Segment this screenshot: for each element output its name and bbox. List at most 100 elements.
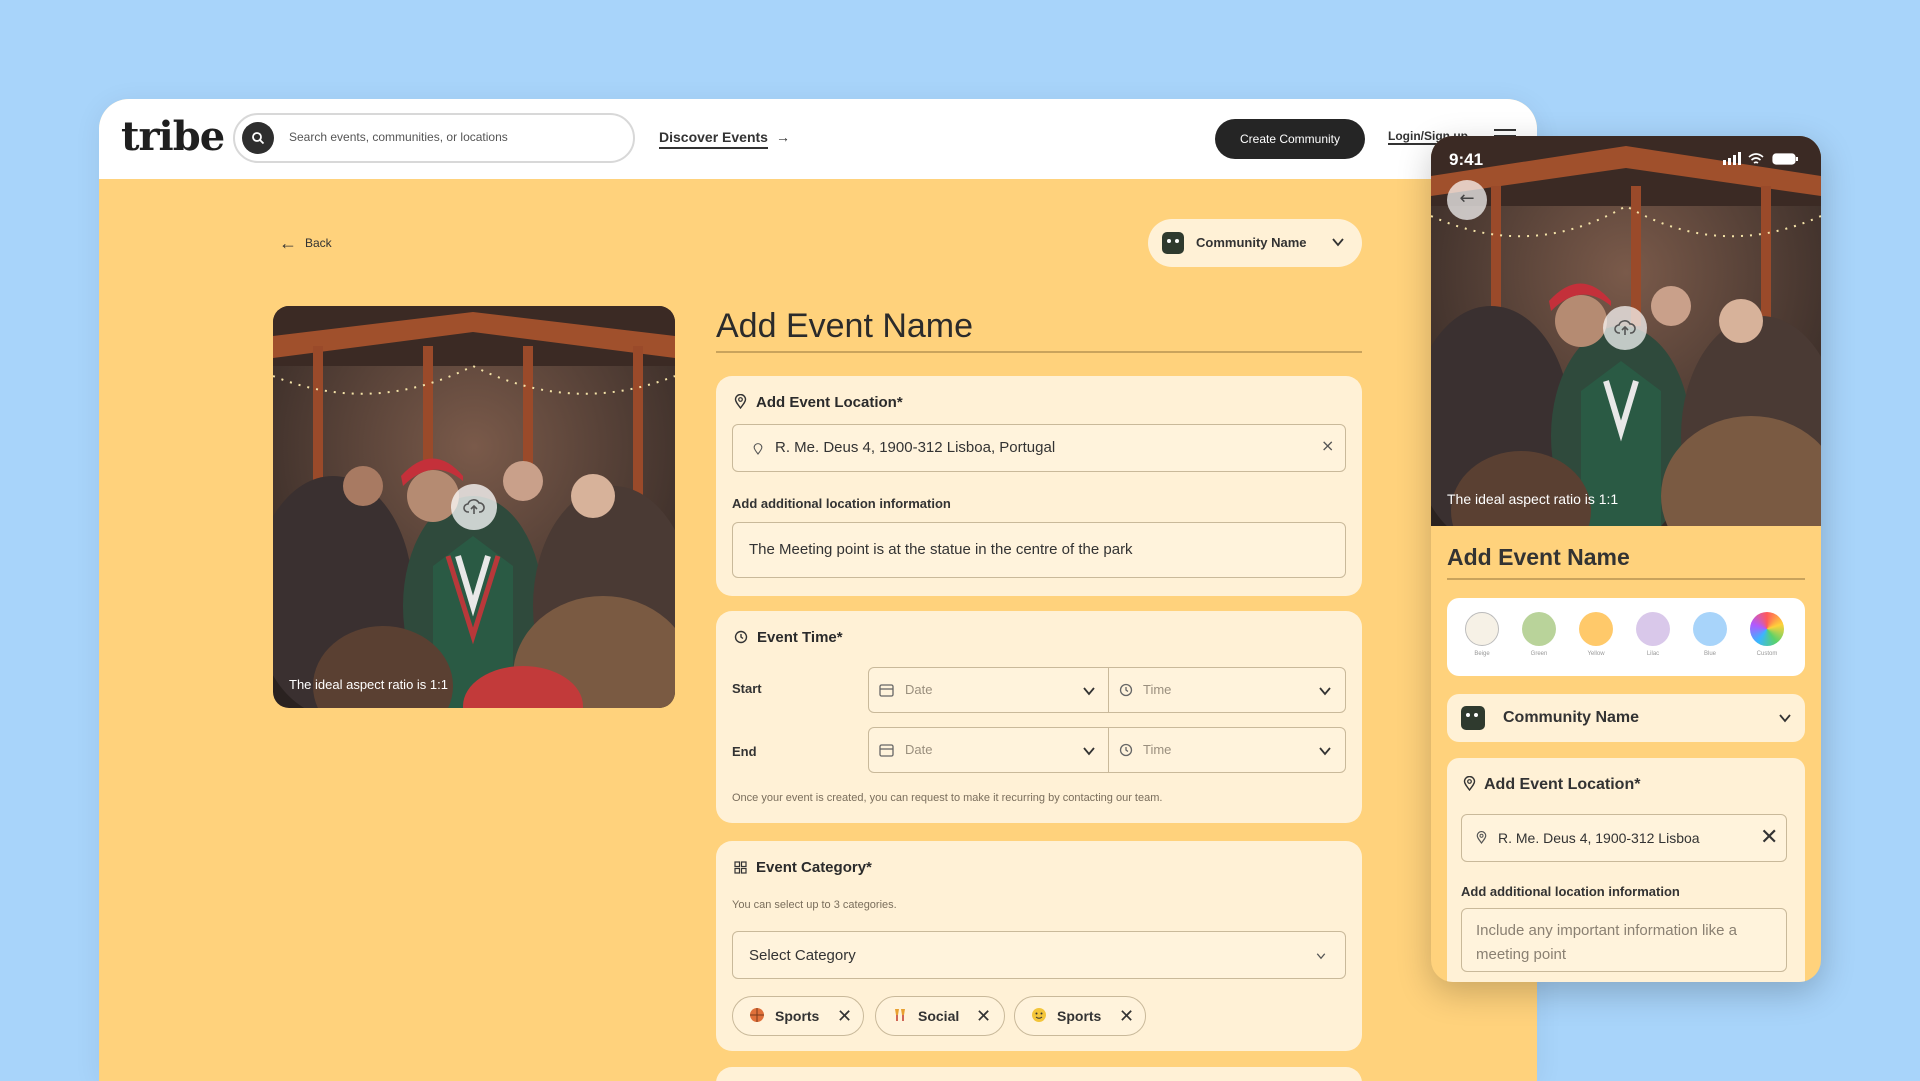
mobile-location-field[interactable]: R. Me. Deus 4, 1900-312 Lisboa ✕: [1461, 814, 1787, 862]
location-pin-icon: [1476, 831, 1487, 844]
calendar-icon: [879, 684, 894, 697]
color-label: Custom: [1756, 651, 1778, 657]
discover-events-link[interactable]: Discover Events →: [659, 129, 790, 149]
mobile-location-value: R. Me. Deus 4, 1900-312 Lisboa: [1498, 830, 1700, 846]
image-caption: The ideal aspect ratio is 1:1: [289, 677, 448, 692]
clock-icon: [1119, 743, 1133, 757]
select-category-dropdown[interactable]: Select Category: [732, 931, 1346, 979]
chevron-down-icon: [1083, 747, 1095, 756]
discover-events-label: Discover Events: [659, 129, 768, 149]
category-heading: Event Category*: [734, 859, 872, 876]
category-heading-label: Event Category*: [756, 859, 872, 876]
color-swatch-blue[interactable]: [1693, 612, 1727, 646]
mobile-back-button[interactable]: ←: [1447, 180, 1487, 220]
search-bar[interactable]: Search events, communities, or locations: [233, 113, 635, 163]
tag-label: Sports: [775, 1008, 820, 1024]
chevron-down-icon: [1083, 687, 1095, 696]
mobile-additional-placeholder: Include any important information like a…: [1476, 922, 1737, 963]
start-date-select[interactable]: Date: [868, 667, 1110, 713]
back-link[interactable]: ← Back: [279, 233, 332, 254]
mobile-location-card: Add Event Location* R. Me. Deus 4, 1900-…: [1447, 758, 1805, 982]
calendar-icon: [879, 744, 894, 757]
community-avatar: [1461, 706, 1485, 730]
location-pin-icon: [753, 443, 763, 455]
additional-location-value: The Meeting point is at the statue in th…: [749, 541, 1133, 558]
emoji-icon: [1032, 1008, 1046, 1022]
remove-tag-icon[interactable]: ✕: [976, 1006, 991, 1027]
tag-label: Sports: [1057, 1008, 1102, 1024]
mobile-image-caption: The ideal aspect ratio is 1:1: [1447, 491, 1619, 507]
mobile-event-image[interactable]: 9:41 ← The ideal aspect ratio is 1:1: [1431, 136, 1821, 526]
color-swatch-green[interactable]: [1522, 612, 1556, 646]
location-pin-icon: [734, 393, 747, 410]
stage: tribe Search events, communities, or loc…: [0, 0, 1920, 1081]
basketball-icon: [750, 1008, 764, 1022]
back-label: Back: [305, 236, 332, 250]
desktop-window: tribe Search events, communities, or loc…: [99, 99, 1537, 1081]
color-label: Blue: [1703, 651, 1716, 657]
grid-icon: [734, 861, 747, 874]
chevron-down-icon: [1316, 953, 1326, 960]
chevron-down-icon: [1779, 714, 1791, 723]
next-section-card: [716, 1067, 1362, 1081]
location-address-value: R. Me. Deus 4, 1900-312 Lisboa, Portugal: [775, 439, 1056, 456]
remove-tag-icon[interactable]: ✕: [1119, 1006, 1134, 1027]
additional-location-label: Add additional location information: [732, 496, 951, 511]
select-category-label: Select Category: [749, 947, 856, 964]
category-tag-sports-2[interactable]: Sports ✕: [1014, 996, 1146, 1036]
remove-tag-icon[interactable]: ✕: [837, 1006, 852, 1027]
cloud-upload-icon: [1614, 320, 1636, 335]
clear-icon[interactable]: ✕: [1760, 825, 1778, 850]
color-label: Beige: [1474, 651, 1490, 657]
clock-icon: [734, 630, 748, 644]
location-heading-label: Add Event Location*: [756, 394, 903, 411]
additional-location-field[interactable]: The Meeting point is at the statue in th…: [732, 522, 1346, 578]
category-hint: You can select up to 3 categories.: [732, 899, 897, 911]
color-swatch-lilac[interactable]: [1636, 612, 1670, 646]
mobile-additional-field[interactable]: Include any important information like a…: [1461, 908, 1787, 972]
color-swatch-yellow[interactable]: [1579, 612, 1613, 646]
color-swatch-custom[interactable]: [1750, 612, 1784, 646]
location-card: Add Event Location* R. Me. Deus 4, 1900-…: [716, 376, 1362, 596]
search-placeholder: Search events, communities, or locations: [289, 130, 508, 144]
end-date-select[interactable]: Date: [868, 727, 1110, 773]
end-time-select[interactable]: Time: [1108, 727, 1346, 773]
mobile-preview: 9:41 ← The ideal aspect ratio is 1:1 Add…: [1431, 136, 1821, 982]
category-tag-sports[interactable]: Sports ✕: [732, 996, 864, 1036]
cloud-upload-icon: [463, 499, 485, 514]
top-navbar: tribe Search events, communities, or loc…: [99, 99, 1537, 179]
time-heading: Event Time*: [734, 629, 843, 646]
color-picker: Beige Green Yellow Lilac Blue Custom: [1447, 598, 1805, 676]
arrow-right-icon: →: [775, 129, 790, 145]
mobile-event-name[interactable]: Add Event Name: [1447, 544, 1805, 580]
recurring-note: Once your event is created, you can requ…: [732, 792, 1163, 804]
mobile-upload-button[interactable]: [1603, 306, 1647, 350]
mobile-community-selector[interactable]: Community Name: [1447, 694, 1805, 742]
create-community-button[interactable]: Create Community: [1215, 119, 1365, 159]
color-swatch-beige[interactable]: [1465, 612, 1499, 646]
location-address-field[interactable]: R. Me. Deus 4, 1900-312 Lisboa, Portugal…: [732, 424, 1346, 472]
start-date-placeholder: Date: [905, 682, 933, 697]
event-image[interactable]: The ideal aspect ratio is 1:1: [273, 306, 675, 708]
time-heading-label: Event Time*: [757, 629, 843, 646]
start-time-placeholder: Time: [1143, 682, 1172, 697]
start-label: Start: [732, 681, 762, 696]
tribe-logo[interactable]: tribe: [121, 113, 225, 160]
mobile-location-heading-label: Add Event Location*: [1484, 776, 1641, 793]
event-name-input[interactable]: Add Event Name: [716, 307, 1362, 353]
upload-image-button[interactable]: [451, 484, 497, 530]
community-selector[interactable]: Community Name: [1148, 219, 1362, 267]
status-bar-icons: [1723, 152, 1798, 165]
end-date-placeholder: Date: [905, 742, 933, 757]
search-icon[interactable]: [242, 122, 274, 154]
clock-icon: [1119, 683, 1133, 697]
community-name-label: Community Name: [1196, 235, 1307, 250]
start-time-select[interactable]: Time: [1108, 667, 1346, 713]
arrow-left-icon: ←: [1459, 188, 1475, 209]
category-tag-social[interactable]: Social ✕: [875, 996, 1005, 1036]
clear-icon[interactable]: ×: [1321, 436, 1334, 455]
drinks-icon: [895, 1009, 905, 1021]
end-time-placeholder: Time: [1143, 742, 1172, 757]
status-bar-time: 9:41: [1449, 150, 1484, 169]
chevron-down-icon: [1332, 238, 1344, 247]
